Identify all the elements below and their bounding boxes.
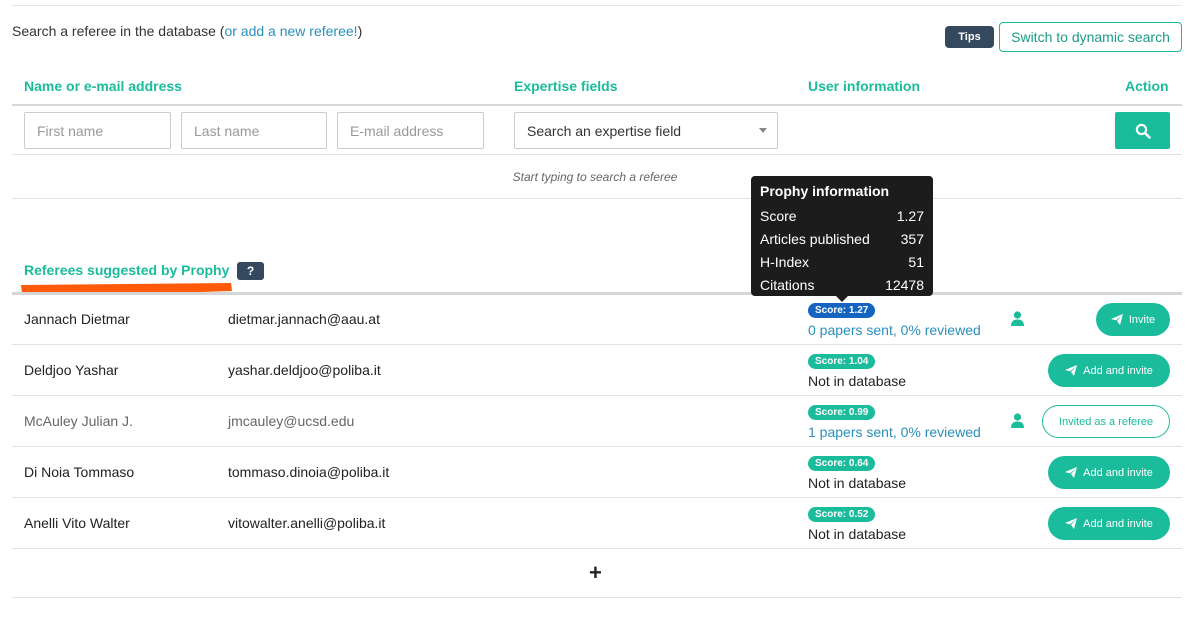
tooltip-row-score: Score 1.27	[760, 204, 924, 227]
paper-plane-icon	[1110, 314, 1123, 325]
column-header-name: Name or e-mail address	[24, 78, 182, 94]
add-and-invite-button[interactable]: Add and invite	[1048, 456, 1170, 489]
score-badge[interactable]: Score: 1.27	[808, 303, 876, 318]
tooltip-value: 357	[900, 230, 924, 247]
search-hint: Start typing to search a referee	[512, 170, 678, 184]
suggested-referees-title: Referees suggested by Prophy	[24, 262, 230, 278]
referee-status-link[interactable]: 0 papers sent, 0% reviewed	[808, 322, 981, 338]
add-and-invite-label: Add and invite	[1083, 364, 1153, 377]
referee-name: Jannach Dietmar	[24, 311, 130, 327]
tooltip-value: 12478	[885, 276, 924, 293]
tooltip-title: Prophy information	[760, 183, 890, 199]
score-badge[interactable]: Score: 0.52	[808, 507, 876, 522]
referee-name: McAuley Julian J.	[24, 413, 133, 429]
first-name-input[interactable]: First name	[24, 112, 171, 149]
invite-button-label: Invite	[1128, 313, 1156, 326]
table-row: Deldjoo Yashar yashar.deldjoo@poliba.it …	[0, 345, 1190, 396]
referee-email: vitowalter.anelli@poliba.it	[228, 515, 386, 531]
paper-plane-icon	[1065, 467, 1078, 478]
bottom-divider	[12, 597, 1182, 598]
referee-status-link[interactable]: 1 papers sent, 0% reviewed	[808, 424, 981, 440]
last-name-input[interactable]: Last name	[181, 112, 327, 149]
add-and-invite-label: Add and invite	[1083, 466, 1153, 479]
expertise-select[interactable]: Search an expertise field	[514, 112, 778, 149]
top-divider	[12, 5, 1182, 6]
add-and-invite-button[interactable]: Add and invite	[1048, 507, 1170, 540]
tooltip-row-articles: Articles published 357	[760, 227, 924, 250]
referee-status: Not in database	[808, 373, 907, 389]
referee-email: dietmar.jannach@aau.at	[228, 311, 380, 327]
referee-email: tommaso.dinoia@poliba.it	[228, 464, 390, 480]
add-and-invite-label: Add and invite	[1083, 517, 1153, 530]
user-icon[interactable]	[1011, 413, 1024, 428]
help-badge[interactable]: ?	[237, 262, 264, 280]
email-input[interactable]: E-mail address	[337, 112, 484, 149]
tooltip-arrow	[836, 296, 848, 302]
paper-plane-icon	[1065, 518, 1078, 529]
tooltip-row-h-index: H-Index 51	[760, 250, 924, 273]
row-divider	[12, 548, 1182, 549]
tips-button[interactable]: Tips	[945, 26, 994, 48]
search-intro-text: Search a referee in the database (	[12, 23, 225, 39]
column-header-user-info: User information	[808, 78, 921, 94]
referee-status: Not in database	[808, 475, 907, 491]
add-referee-link[interactable]: or add a new referee!	[224, 23, 357, 39]
search-divider	[12, 154, 1182, 155]
tooltip-label: H-Index	[760, 253, 810, 270]
search-icon	[1135, 123, 1151, 139]
referee-name: Deldjoo Yashar	[24, 362, 119, 378]
referee-email: yashar.deldjoo@poliba.it	[228, 362, 381, 378]
tooltip-label: Score	[760, 207, 797, 224]
score-badge[interactable]: Score: 0.99	[808, 405, 876, 420]
referee-name: Di Noia Tommaso	[24, 464, 135, 480]
search-intro-close: )	[357, 23, 363, 39]
tooltip-label: Articles published	[760, 230, 870, 247]
table-row: Di Noia Tommaso tommaso.dinoia@poliba.it…	[0, 447, 1190, 498]
score-badge[interactable]: Score: 1.04	[808, 354, 876, 369]
tooltip-value: 51	[908, 253, 924, 270]
invite-button[interactable]: Invite	[1096, 303, 1170, 336]
header-divider	[12, 104, 1182, 106]
tooltip-row-citations: Citations 12478	[760, 273, 924, 296]
table-row: McAuley Julian J. jmcauley@ucsd.edu Scor…	[0, 396, 1190, 447]
tooltip-value: 1.27	[896, 207, 924, 224]
invited-as-referee-button[interactable]: Invited as a referee	[1042, 405, 1170, 438]
prophy-info-tooltip: Prophy information Score 1.27 Articles p…	[751, 176, 933, 296]
table-row: Anelli Vito Walter vitowalter.anelli@pol…	[0, 498, 1190, 549]
user-icon[interactable]	[1011, 311, 1024, 326]
hint-divider	[12, 198, 1182, 199]
referee-status: Not in database	[808, 526, 907, 542]
search-intro: Search a referee in the database (or add…	[12, 23, 362, 39]
table-row: Jannach Dietmar dietmar.jannach@aau.at S…	[0, 294, 1190, 345]
column-header-expertise: Expertise fields	[514, 78, 618, 94]
chevron-down-icon	[759, 128, 767, 133]
expertise-select-label: Search an expertise field	[527, 122, 682, 139]
search-button[interactable]	[1115, 112, 1170, 149]
score-badge[interactable]: Score: 0.64	[808, 456, 876, 471]
show-more-button[interactable]: +	[589, 560, 602, 586]
paper-plane-icon	[1065, 365, 1078, 376]
switch-dynamic-search-button[interactable]: Switch to dynamic search	[999, 22, 1182, 52]
referee-email: jmcauley@ucsd.edu	[228, 413, 355, 429]
column-header-action: Action	[1125, 78, 1169, 94]
referee-name: Anelli Vito Walter	[24, 515, 130, 531]
tooltip-label: Citations	[760, 276, 815, 293]
add-and-invite-button[interactable]: Add and invite	[1048, 354, 1170, 387]
